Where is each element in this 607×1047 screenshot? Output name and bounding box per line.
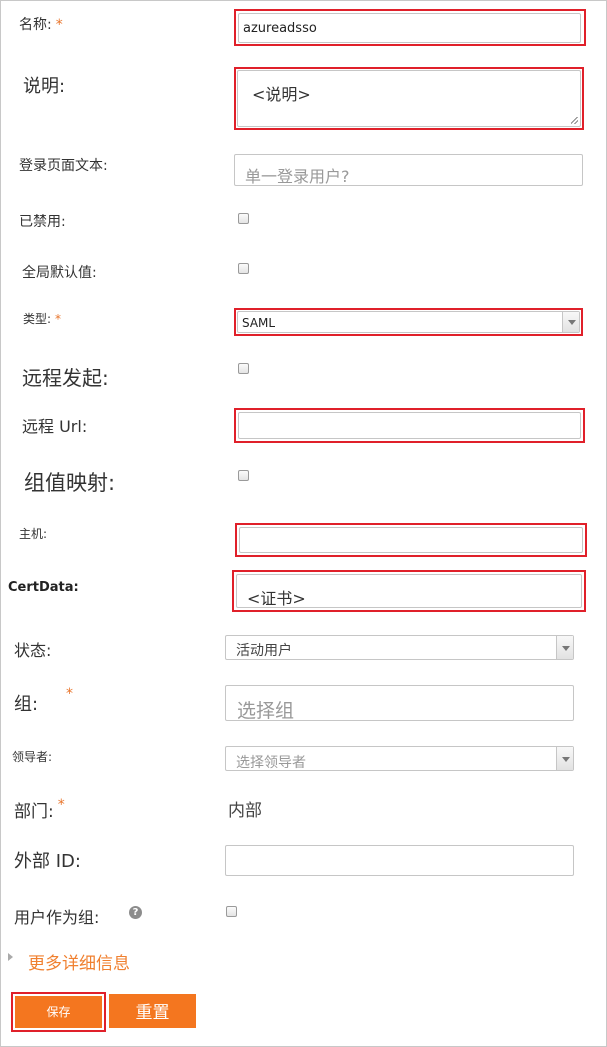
chevron-down-icon[interactable] (556, 747, 573, 770)
host-label: 主机: (19, 527, 48, 541)
group-required-mark: * (66, 686, 73, 702)
type-highlight (234, 308, 583, 336)
status-label: 状态: (14, 641, 52, 660)
login-text-input[interactable]: 单一登录用户? (234, 154, 583, 186)
remote-initiate-label: 远程发起: (22, 366, 109, 390)
user-as-group-label: 用户作为组: (14, 908, 100, 927)
external-id-input[interactable] (225, 845, 574, 876)
group-input[interactable]: 选择组 (225, 685, 574, 722)
remote-url-highlight (234, 408, 585, 443)
disabled-checkbox[interactable] (238, 213, 249, 224)
description-label: 说明: (23, 76, 66, 97)
save-highlight (11, 992, 106, 1032)
description-highlight (234, 67, 584, 130)
type-label: 类型: * (23, 312, 62, 326)
group-label: 组: (14, 694, 39, 715)
leader-label: 领导者: (12, 750, 53, 764)
remote-initiate-checkbox[interactable] (238, 363, 249, 374)
cert-data-label: CertData: (8, 580, 79, 595)
department-label: 部门: * (14, 797, 65, 822)
disabled-label: 已禁用: (19, 214, 66, 230)
status-select[interactable]: 活动用户 (225, 635, 574, 660)
name-label: 名称: * (19, 17, 63, 33)
remote-url-label: 远程 Url: (22, 417, 88, 436)
department-value: 内部 (228, 801, 262, 821)
global-default-label: 全局默认值: (22, 265, 97, 281)
leader-select[interactable]: 选择领导者 (225, 746, 574, 771)
expand-arrow-icon[interactable] (8, 953, 13, 961)
chevron-down-icon[interactable] (556, 636, 573, 659)
name-highlight (234, 9, 586, 46)
external-id-label: 外部 ID: (14, 851, 81, 872)
group-mapping-label: 组值映射: (24, 471, 116, 495)
user-as-group-checkbox[interactable] (226, 906, 237, 917)
login-text-label: 登录页面文本: (19, 158, 108, 174)
group-mapping-checkbox[interactable] (238, 470, 249, 481)
help-icon[interactable]: ? (129, 906, 142, 919)
reset-button[interactable]: 重置 (109, 994, 196, 1028)
cert-data-highlight (232, 570, 586, 612)
global-default-checkbox[interactable] (238, 263, 249, 274)
host-highlight (235, 523, 587, 557)
more-details-link[interactable]: 更多详细信息 (28, 949, 130, 974)
